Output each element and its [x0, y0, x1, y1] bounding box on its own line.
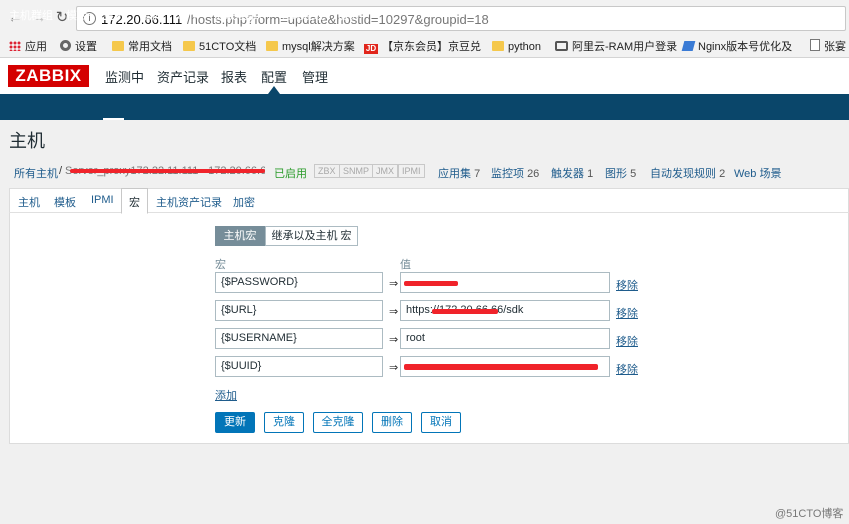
breadcrumb-separator: /	[59, 165, 63, 177]
bookmarks-bar: 应用 设置 常用文档 51CTO文档 mysql解决方案 JD 【京东会员】京豆兑…	[0, 36, 849, 58]
folder-icon	[492, 41, 504, 51]
menu-administration[interactable]: 管理	[302, 67, 328, 86]
remove-macro-link[interactable]: 移除	[616, 333, 638, 349]
breadcrumb-all-hosts[interactable]: 所有主机	[14, 165, 58, 181]
delete-button[interactable]: 删除	[372, 412, 412, 433]
breadcrumb-triggers[interactable]: 触发器 1	[551, 165, 593, 181]
host-status-enabled[interactable]: 已启用	[274, 165, 307, 181]
jd-icon: JD	[364, 44, 378, 54]
bookmark-python[interactable]: python	[492, 39, 541, 55]
bookmark-aliyun[interactable]: 阿里云-RAM用户登录	[555, 39, 677, 55]
submenu-actions[interactable]: 动作	[177, 7, 199, 23]
submenu-host-groups[interactable]: 主机群组	[9, 7, 53, 23]
watermark: @51CTO博客	[775, 508, 844, 520]
arrow-icon: ⇒	[389, 334, 399, 346]
arrow-icon: ⇒	[389, 306, 399, 318]
breadcrumb-discovery-rules[interactable]: 自动发现规则 2	[650, 165, 725, 181]
submenu-discovery[interactable]: 自动发现	[281, 7, 325, 23]
submenu-templates[interactable]: 模板	[66, 7, 88, 23]
tab-templates[interactable]: 模板	[54, 194, 76, 210]
full-clone-button[interactable]: 全克隆	[313, 412, 363, 433]
macro-name-input[interactable]: {$PASSWORD}	[215, 272, 383, 293]
bookmark-apps[interactable]: 应用	[9, 39, 47, 55]
remove-macro-link[interactable]: 移除	[616, 361, 638, 377]
breadcrumb-items[interactable]: 监控项 26	[491, 165, 539, 181]
tab-encryption[interactable]: 加密	[233, 194, 255, 210]
menu-inventory[interactable]: 资产记录	[157, 67, 209, 86]
breadcrumb-applications[interactable]: 应用集 7	[438, 165, 480, 181]
aliyun-icon	[555, 41, 568, 51]
bookmark-settings[interactable]: 设置	[60, 39, 97, 55]
remove-macro-link[interactable]: 移除	[616, 277, 638, 293]
folder-icon	[266, 41, 278, 51]
breadcrumb-graphs[interactable]: 图形 5	[605, 165, 636, 181]
active-menu-indicator	[268, 86, 280, 94]
submenu-hosts[interactable]: 主机	[103, 7, 125, 23]
redaction-mark	[432, 309, 498, 314]
macro-value-input[interactable]: root	[400, 328, 610, 349]
macro-name-input[interactable]: {$URL}	[215, 300, 383, 321]
bookmark-zhangyan[interactable]: 张宴	[810, 39, 846, 55]
availability-snmp: SNMP	[339, 164, 374, 178]
add-macro-link[interactable]: 添加	[215, 387, 237, 403]
cancel-button[interactable]: 取消	[421, 412, 461, 433]
document-icon	[810, 39, 820, 51]
pen-icon	[681, 41, 696, 51]
sub-navigation	[0, 94, 849, 120]
page-title: 主机	[9, 131, 45, 151]
arrow-icon: ⇒	[389, 278, 399, 290]
bookmark-jd[interactable]: JD 【京东会员】京豆兑	[364, 39, 481, 55]
gear-icon	[60, 40, 71, 51]
bookmark-51cto[interactable]: 51CTO文档	[183, 39, 256, 55]
submenu-services[interactable]: 服务	[338, 7, 360, 23]
value-column-header: 值	[400, 259, 411, 271]
active-submenu-underline	[103, 118, 124, 120]
redaction-mark	[404, 364, 598, 370]
availability-zbx: ZBX	[314, 164, 340, 178]
menu-configuration[interactable]: 配置	[261, 67, 287, 86]
submenu-maintenance[interactable]: 维护	[140, 7, 162, 23]
breadcrumb-web-scenarios[interactable]: Web 场景	[734, 165, 781, 181]
tab-ipmi[interactable]: IPMI	[91, 194, 114, 206]
folder-icon	[183, 41, 195, 51]
macro-column-header: 宏	[215, 259, 226, 271]
zabbix-logo[interactable]: ZABBIX	[8, 65, 89, 87]
macro-name-input[interactable]: {$USERNAME}	[215, 328, 383, 349]
redaction-mark	[70, 169, 265, 173]
bookmark-nginx[interactable]: Nginx版本号优化及	[681, 39, 792, 55]
menu-reports[interactable]: 报表	[221, 67, 247, 86]
apps-icon	[9, 41, 21, 51]
folder-icon	[112, 41, 124, 51]
update-button[interactable]: 更新	[215, 412, 255, 433]
bookmark-docs[interactable]: 常用文档	[112, 39, 172, 55]
host-macros-toggle[interactable]: 主机宏	[215, 226, 265, 246]
macro-name-input[interactable]: {$UUID}	[215, 356, 383, 377]
submenu-correlation[interactable]: 关联项事件	[214, 7, 269, 23]
bookmark-mysql[interactable]: mysql解决方案	[266, 39, 355, 55]
redaction-mark	[404, 281, 458, 286]
inherited-macros-toggle[interactable]: 继承以及主机 宏	[265, 226, 358, 246]
tab-host[interactable]: 主机	[18, 194, 40, 210]
availability-jmx: JMX	[372, 164, 398, 178]
menu-monitoring[interactable]: 监测中	[105, 67, 144, 86]
arrow-icon: ⇒	[389, 362, 399, 374]
availability-ipmi: IPMI	[398, 164, 425, 178]
tab-inventory[interactable]: 主机资产记录	[156, 194, 222, 210]
remove-macro-link[interactable]: 移除	[616, 305, 638, 321]
tab-macros[interactable]: 宏	[129, 194, 140, 210]
clone-button[interactable]: 克隆	[264, 412, 304, 433]
